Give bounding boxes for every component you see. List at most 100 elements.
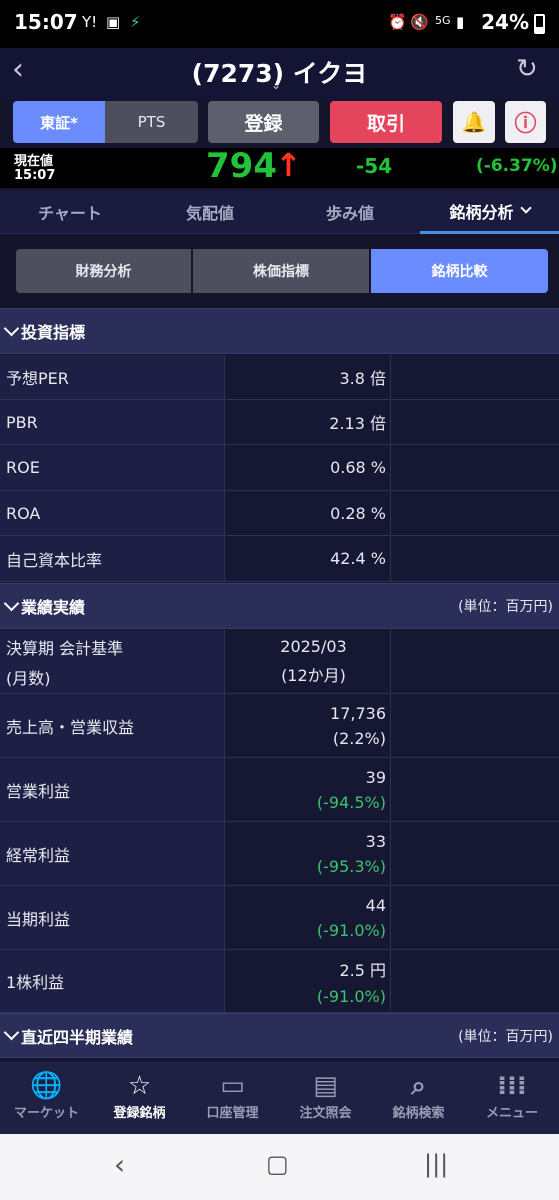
table-row: PBR 2.13 倍 <box>0 400 559 445</box>
empty-cell <box>391 694 559 757</box>
star-icon: ☆ <box>127 1071 152 1101</box>
refresh-icon[interactable]: ↻ <box>516 54 538 84</box>
table-row: 1株利益 2.5 円 (-91.0%) <box>0 950 559 1013</box>
empty-cell <box>391 950 559 1012</box>
segment-financial[interactable]: 財務分析 <box>16 249 191 293</box>
segment-indicators[interactable]: 株価指標 <box>193 249 369 293</box>
unit-label: (単位：百万円) <box>458 1028 553 1045</box>
mute-icon: 🔇 <box>410 13 429 31</box>
home-icon[interactable]: ▢ <box>266 1150 289 1178</box>
table-row: 営業利益 39 (-94.5%) <box>0 758 559 822</box>
period-row: 決算期 会計基準 (月数) 2025/03 (12か月) <box>0 630 559 694</box>
empty-cell <box>391 355 559 399</box>
price-change: -54 <box>356 154 393 178</box>
row-label: 当期利益 <box>0 886 225 949</box>
status-bar: 15:07 Y! ▣ ⚡ ⏰ 🔇 5G ▮ 24% <box>0 0 559 48</box>
row-label: 予想PER <box>0 355 225 399</box>
image-icon: ▣ <box>106 13 121 31</box>
search-icon: ⌕ <box>411 1071 426 1101</box>
section-quarterly[interactable]: 直近四半期業績 (単位：百万円) <box>0 1013 559 1058</box>
chevron-down-icon <box>519 201 532 214</box>
nav-watchlist[interactable]: ☆ 登録銘柄 <box>93 1062 186 1134</box>
battery-text: 24% <box>481 10 529 34</box>
empty-cell <box>391 630 559 693</box>
tse-button[interactable]: 東証* <box>13 101 105 143</box>
table-row: ROA 0.28 % <box>0 491 559 536</box>
row-value: 17,736 (2.2%) <box>225 694 391 757</box>
nav-menu[interactable]: ⁞⁞⁞ メニュー <box>465 1062 559 1134</box>
row-label: 営業利益 <box>0 758 225 821</box>
status-time: 15:07 <box>14 10 78 34</box>
price-change-pct: (-6.37%) <box>476 156 558 176</box>
row-value: 39 (-94.5%) <box>225 758 391 821</box>
signal-icon: ▮ <box>456 13 465 31</box>
nav-search[interactable]: ⌕ 銘柄検索 <box>372 1062 465 1134</box>
row-label: PBR <box>0 400 225 444</box>
row-value: 0.68 % <box>225 445 391 490</box>
bottom-nav: 🌐 マーケット ☆ 登録銘柄 ▭ 口座管理 ▤ 注文照会 ⌕ 銘柄検索 ⁞⁞⁞ メニュー <box>0 1062 559 1134</box>
table-row: 売上高・営業収益 17,736 (2.2%) <box>0 694 559 758</box>
empty-cell <box>391 886 559 949</box>
row-label: 経常利益 <box>0 822 225 885</box>
quote-bar: 現在値 15:07 794 ↑ -54 (-6.37%) <box>0 146 559 188</box>
yahoo-icon: Y! <box>82 13 98 31</box>
app-icon: ⚡ <box>130 13 141 31</box>
card-icon: ▭ <box>220 1071 245 1101</box>
row-label: 1株利益 <box>0 950 225 1012</box>
growth-rate: (-91.0%) <box>316 986 386 1006</box>
growth-rate: (-94.5%) <box>316 792 386 812</box>
quote-time: 15:07 <box>14 168 56 183</box>
section-title: 直近四半期業績 <box>21 1027 134 1047</box>
register-button[interactable]: 登録 <box>208 101 319 143</box>
empty-cell <box>391 536 559 581</box>
row-value: 0.28 % <box>225 491 391 535</box>
period-label: 決算期 会計基準 (月数) <box>0 630 225 693</box>
pts-button[interactable]: PTS <box>105 101 198 143</box>
table-row: 自己資本比率 42.4 % <box>0 536 559 582</box>
back-nav-icon[interactable]: ‹ <box>114 1148 125 1181</box>
document-icon: ▤ <box>313 1071 338 1101</box>
current-price: 794 <box>206 146 277 186</box>
nav-market[interactable]: 🌐 マーケット <box>0 1062 93 1134</box>
tab-bar: チャート 気配値 歩み値 銘柄分析 <box>0 190 559 234</box>
growth-rate: (-91.0%) <box>316 920 386 940</box>
growth-rate: (2.2%) <box>332 728 386 748</box>
tab-chart[interactable]: チャート <box>0 190 140 234</box>
section-investment-indicators[interactable]: 投資指標 <box>0 308 559 354</box>
info-icon[interactable]: ⓘ <box>505 101 546 143</box>
period-value: 2025/03 (12か月) <box>225 630 391 693</box>
unit-label: (単位：百万円) <box>458 599 553 615</box>
nav-orders[interactable]: ▤ 注文照会 <box>279 1062 372 1134</box>
table-row: ROE 0.68 % <box>0 445 559 491</box>
recents-icon[interactable]: ||| <box>424 1150 448 1178</box>
section-title: 投資指標 <box>21 323 86 342</box>
battery-icon <box>534 14 545 34</box>
grid-icon: ⁞⁞⁞ <box>497 1071 527 1101</box>
row-value: 2.5 円 (-91.0%) <box>225 950 391 1012</box>
bell-icon[interactable]: 🔔 <box>453 101 495 143</box>
tab-quotes[interactable]: 気配値 <box>140 190 280 234</box>
chevron-down-icon <box>3 595 20 611</box>
tab-ticks[interactable]: 歩み値 <box>280 190 420 234</box>
trade-button[interactable]: 取引 <box>330 101 442 143</box>
chevron-down-icon <box>3 1024 20 1041</box>
nav-account[interactable]: ▭ 口座管理 <box>186 1062 279 1134</box>
row-label: ROE <box>0 445 225 490</box>
section-results[interactable]: 業績実績 (単位：百万円) <box>0 583 559 629</box>
system-nav: ‹ ▢ ||| <box>0 1134 559 1200</box>
row-value: 2.13 倍 <box>225 400 391 444</box>
tab-analysis[interactable]: 銘柄分析 <box>420 190 559 234</box>
quote-label: 現在値 <box>14 154 54 169</box>
tab-analysis-label: 銘柄分析 <box>449 202 514 222</box>
growth-rate: (-95.3%) <box>316 856 386 876</box>
segment-compare[interactable]: 銘柄比較 <box>371 249 548 293</box>
chevron-down-icon <box>3 320 20 336</box>
empty-cell <box>391 491 559 535</box>
row-value: 33 (-95.3%) <box>225 822 391 885</box>
table-row: 当期利益 44 (-91.0%) <box>0 886 559 950</box>
empty-cell <box>391 445 559 490</box>
chevron-down-icon[interactable]: ⌄ <box>271 78 281 92</box>
empty-cell <box>391 758 559 821</box>
empty-cell <box>391 400 559 444</box>
row-value: 42.4 % <box>225 536 391 581</box>
